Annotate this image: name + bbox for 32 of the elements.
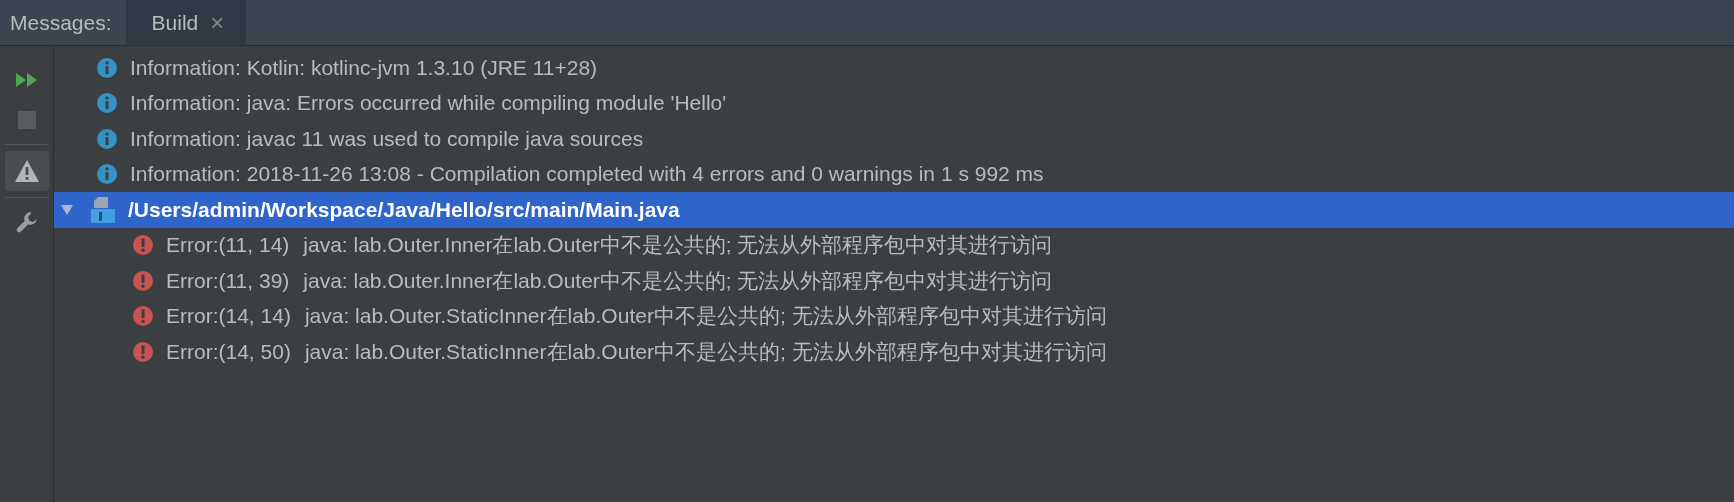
message-text: Information: 2018-11-26 13:08 - Compilation completed with 4 errors and 0 warnings in 1 s 992 ms <box>130 162 1044 187</box>
double-play-icon <box>14 71 39 89</box>
error-message: java: lab.Outer.StaticInner在lab.Outer中不是公共的; 无法从外部程序包中对其进行访问 <box>304 303 1107 330</box>
panel-label: Messages: <box>9 9 113 36</box>
error-message: java: lab.Outer.Inner在lab.Outer中不是公共的; 无法从外部程序包中对其进行访问 <box>303 232 1053 259</box>
warning-icon <box>13 159 40 183</box>
error-message: java: lab.Outer.StaticInner在lab.Outer中不是公共的; 无法从外部程序包中对其进行访问 <box>304 338 1107 365</box>
error-icon <box>132 305 154 328</box>
warnings-toggle[interactable] <box>4 151 49 191</box>
error-message: java: lab.Outer.Inner在lab.Outer中不是公共的; 无法从外部程序包中对其进行访问 <box>303 267 1053 294</box>
close-icon[interactable]: × <box>210 8 225 37</box>
message-text: Information: java: Errors occurred while compiling module 'Hello' <box>130 91 727 116</box>
file-path: /Users/admin/Workspace/Java/Hello/src/main/Main.java <box>128 197 680 222</box>
wrench-icon <box>15 211 38 233</box>
build-tab[interactable]: Build × <box>125 0 247 45</box>
error-icon <box>132 234 154 257</box>
error-location: Error:(14, 50) <box>166 339 291 364</box>
error-location: Error:(14, 14) <box>166 304 291 329</box>
info-icon <box>96 127 118 150</box>
java-file-icon <box>90 195 116 224</box>
message-text: Information: Kotlin: kotlinc-jvm 1.3.10 (JRE 11+28) <box>130 55 598 80</box>
info-icon <box>96 92 118 115</box>
error-location: Error:(11, 39) <box>166 268 290 293</box>
error-location: Error:(11, 14) <box>166 233 290 258</box>
info-icon <box>96 56 118 79</box>
error-icon <box>132 269 154 292</box>
stop-icon <box>16 110 37 130</box>
info-icon <box>96 163 118 186</box>
error-icon <box>132 340 154 363</box>
file-node[interactable]: /Users/admin/Workspace/Java/Hello/src/main/Main.java <box>54 192 1734 228</box>
message-text: Information: javac 11 was used to compile java sources <box>130 126 644 151</box>
expand-arrow-icon[interactable] <box>60 203 74 216</box>
